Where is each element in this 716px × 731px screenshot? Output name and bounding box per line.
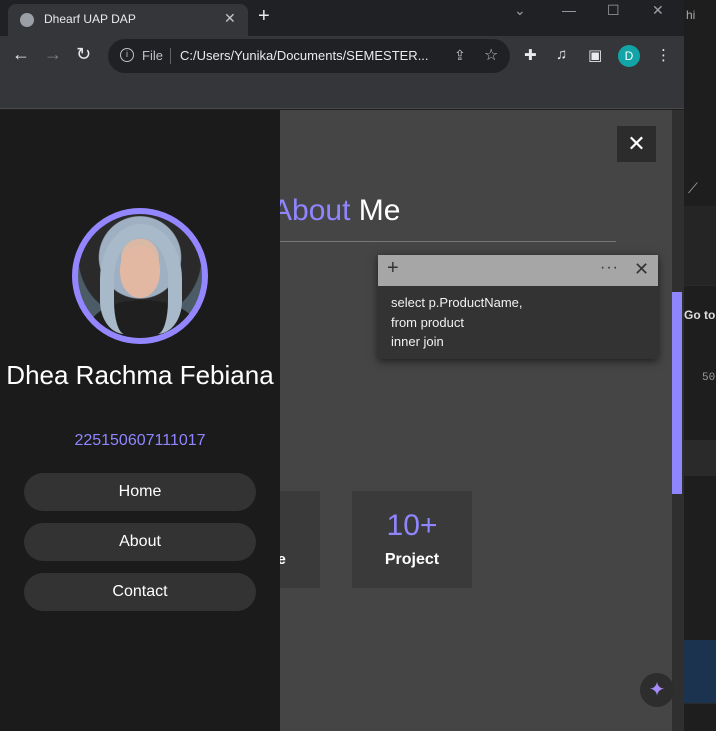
close-window-icon[interactable]: ✕ xyxy=(652,2,664,19)
minimize-icon[interactable]: — xyxy=(562,2,576,18)
back-icon[interactable]: ← xyxy=(12,44,30,65)
page-title: About Me xyxy=(272,194,400,228)
side-panel-icon[interactable]: ▣ xyxy=(588,46,602,64)
close-button[interactable]: ✕ xyxy=(617,126,656,162)
note-line[interactable]: from product xyxy=(391,315,464,330)
bg-text: hi xyxy=(686,8,696,22)
nav-contact-button[interactable]: Contact xyxy=(24,573,256,611)
globe-icon xyxy=(20,13,34,27)
sticky-note-header[interactable]: + ··· ✕ xyxy=(378,255,658,286)
media-queue-icon[interactable]: ♫ xyxy=(556,46,567,63)
title-accent: About xyxy=(272,194,351,227)
new-tab-icon[interactable]: + xyxy=(258,5,270,28)
background-window: hi ⟋ Go to 50 xyxy=(684,0,716,731)
divider xyxy=(170,48,171,64)
url-text[interactable]: C:/Users/Yunika/Documents/SEMESTER... xyxy=(180,48,429,63)
address-bar[interactable]: i File C:/Users/Yunika/Documents/SEMESTE… xyxy=(108,39,510,73)
stat-label: Project xyxy=(384,551,440,568)
more-options-icon[interactable]: ··· xyxy=(600,259,619,277)
browser-tab-bar: Dhearf UAP DAP ✕ + ⌄ — ☐ ✕ xyxy=(0,0,716,36)
nav-about-button[interactable]: About xyxy=(24,523,256,561)
browser-tab[interactable]: Dhearf UAP DAP ✕ xyxy=(8,4,248,36)
note-line[interactable]: inner join xyxy=(391,334,444,349)
stat-number: 10+ xyxy=(386,509,438,542)
bg-text: 50 xyxy=(702,372,716,384)
note-line[interactable]: select p.ProductName, xyxy=(391,295,523,310)
browser-toolbar: ← → ↻ i File C:/Users/Yunika/Documents/S… xyxy=(0,36,684,76)
forward-icon[interactable]: → xyxy=(44,44,62,65)
title-rest: Me xyxy=(358,194,401,227)
title-underline xyxy=(280,241,616,242)
info-icon[interactable]: i xyxy=(120,48,134,62)
stat-card: 10+ Project xyxy=(352,491,472,588)
tab-title: Dhearf UAP DAP xyxy=(44,12,136,26)
sparkle-icon[interactable]: ✦ xyxy=(640,673,674,707)
sidebar: Dhea Rachma Febiana 225150607111017 Home… xyxy=(0,110,280,731)
menu-kebab-icon[interactable]: ⋮ xyxy=(656,46,671,64)
star-icon[interactable]: ☆ xyxy=(484,45,498,65)
share-icon[interactable]: ⇪ xyxy=(454,47,466,64)
file-label: File xyxy=(142,48,163,63)
close-icon[interactable]: ✕ xyxy=(634,259,649,280)
stat-card: nce xyxy=(260,491,320,588)
web-page: About Me ✕ nce 10+ Project ✦ Dhea Rachma… xyxy=(0,110,684,731)
nav-home-button[interactable]: Home xyxy=(24,473,256,511)
tab-search-icon[interactable]: ⌄ xyxy=(514,2,526,19)
add-note-icon[interactable]: + xyxy=(387,257,399,280)
bg-text: Go to xyxy=(684,308,716,322)
scrollbar-thumb[interactable] xyxy=(672,292,682,494)
reload-icon[interactable]: ↻ xyxy=(76,44,91,65)
maximize-icon[interactable]: ☐ xyxy=(607,2,620,19)
chart-icon: ⟋ xyxy=(688,180,698,196)
tab-close-icon[interactable]: ✕ xyxy=(224,10,236,27)
bookmarks-bar xyxy=(0,76,684,109)
profile-name: Dhea Rachma Febiana xyxy=(6,360,274,390)
profile-avatar[interactable]: D xyxy=(618,45,640,67)
sticky-note[interactable]: + ··· ✕ select p.ProductName, from produ… xyxy=(378,255,658,359)
student-id: 225150607111017 xyxy=(74,432,206,449)
extensions-icon[interactable]: ✚ xyxy=(524,46,537,64)
avatar xyxy=(72,208,208,344)
